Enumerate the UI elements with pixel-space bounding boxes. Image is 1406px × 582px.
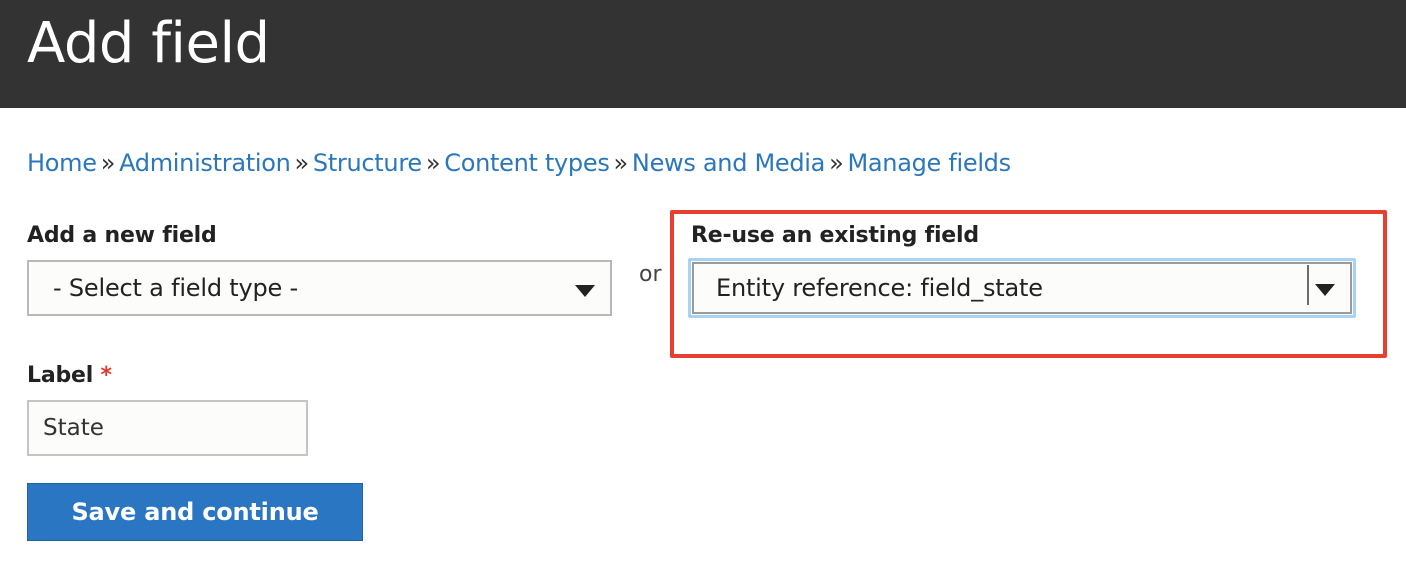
- chevron-down-icon: [1315, 284, 1335, 296]
- existing-field-select-value: Entity reference: field_state: [716, 274, 1043, 302]
- breadcrumb-link-content-types[interactable]: Content types: [444, 149, 610, 177]
- breadcrumb-separator: »: [425, 149, 441, 177]
- breadcrumb-separator: »: [613, 149, 629, 177]
- breadcrumb-separator: »: [294, 149, 310, 177]
- breadcrumb-link-manage-fields[interactable]: Manage fields: [847, 149, 1011, 177]
- breadcrumb-link-structure[interactable]: Structure: [313, 149, 422, 177]
- or-separator: or: [639, 262, 662, 287]
- existing-field-select[interactable]: Entity reference: field_state: [692, 262, 1352, 314]
- page-header: Add field: [0, 0, 1406, 108]
- new-field-label: Add a new field: [27, 223, 217, 248]
- save-and-continue-button[interactable]: Save and continue: [27, 483, 363, 541]
- existing-field-label: Re-use an existing field: [691, 223, 979, 248]
- field-type-select-value: - Select a field type -: [53, 274, 299, 302]
- label-field-label-text: Label: [27, 363, 94, 388]
- label-input[interactable]: [27, 400, 308, 456]
- breadcrumb-link-home[interactable]: Home: [27, 149, 97, 177]
- breadcrumb-separator: »: [100, 149, 116, 177]
- breadcrumb-separator: »: [829, 149, 844, 177]
- breadcrumb-link-administration[interactable]: Administration: [119, 149, 291, 177]
- field-type-select[interactable]: - Select a field type -: [27, 260, 612, 316]
- chevron-down-icon: [575, 285, 595, 297]
- required-marker: *: [100, 363, 113, 388]
- select-divider: [1307, 265, 1309, 305]
- breadcrumb: Home» Administration» Structure» Content ty…: [27, 146, 1011, 180]
- breadcrumb-link-news-and-media[interactable]: News and Media: [632, 149, 825, 177]
- page-title: Add field: [27, 11, 270, 76]
- label-field-label: Label *: [27, 361, 112, 391]
